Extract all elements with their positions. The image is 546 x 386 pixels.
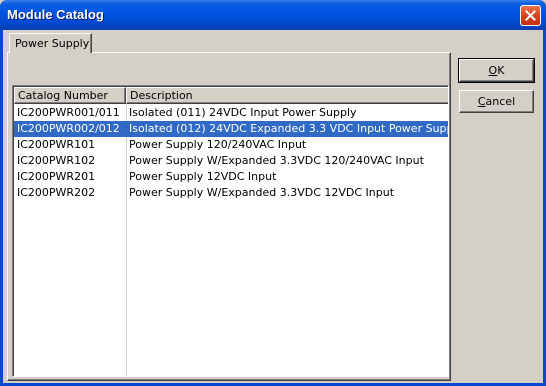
- title-bar[interactable]: Module Catalog: [0, 0, 546, 30]
- cancel-mnemonic: C: [477, 95, 486, 108]
- description-cell: Isolated (012) 24VDC Expanded 3.3 VDC In…: [129, 122, 449, 135]
- column-header-catalog-number[interactable]: Catalog Number: [14, 87, 126, 104]
- window-title: Module Catalog: [7, 7, 104, 22]
- module-catalog-window: Module Catalog Power Supply Catalog Numb…: [0, 0, 546, 386]
- close-button[interactable]: [520, 5, 541, 26]
- list-header: Catalog Number Description: [14, 87, 448, 104]
- list-item[interactable]: IC200PWR202 Power Supply W/Expanded 3.3V…: [14, 185, 448, 201]
- description-cell: Isolated (011) 24VDC Input Power Supply: [129, 106, 357, 119]
- list-item[interactable]: IC200PWR102 Power Supply W/Expanded 3.3V…: [14, 153, 448, 169]
- cancel-label-rest: ancel: [485, 95, 516, 108]
- catalog-number-cell: IC200PWR101: [17, 138, 96, 151]
- ok-mnemonic: O: [488, 64, 498, 77]
- column-header-description[interactable]: Description: [126, 87, 448, 104]
- list-item[interactable]: IC200PWR001/011 Isolated (011) 24VDC Inp…: [14, 105, 448, 121]
- dialog-body: Power Supply Catalog Number Description …: [3, 30, 543, 383]
- tab-panel: Catalog Number Description IC200PWR001/0…: [7, 52, 451, 381]
- catalog-number-cell: IC200PWR102: [17, 154, 96, 167]
- cancel-button[interactable]: Cancel: [459, 90, 534, 113]
- list-item[interactable]: IC200PWR101 Power Supply 120/240VAC Inpu…: [14, 137, 448, 153]
- catalog-number-cell: IC200PWR202: [17, 186, 96, 199]
- list-item[interactable]: IC200PWR201 Power Supply 12VDC Input: [14, 169, 448, 185]
- catalog-list[interactable]: Catalog Number Description IC200PWR001/0…: [12, 85, 449, 377]
- tab-power-supply[interactable]: Power Supply: [9, 33, 92, 53]
- description-cell: Power Supply 12VDC Input: [129, 170, 277, 183]
- list-rows: IC200PWR001/011 Isolated (011) 24VDC Inp…: [14, 105, 449, 201]
- close-icon: [525, 10, 536, 21]
- description-cell: Power Supply W/Expanded 3.3VDC 120/240VA…: [129, 154, 424, 167]
- ok-label-rest: K: [497, 64, 505, 77]
- catalog-number-cell: IC200PWR201: [17, 170, 96, 183]
- ok-button[interactable]: OK: [458, 58, 535, 83]
- description-cell: Power Supply W/Expanded 3.3VDC 12VDC Inp…: [129, 186, 395, 199]
- description-cell: Power Supply 120/240VAC Input: [129, 138, 307, 151]
- catalog-number-cell: IC200PWR001/011: [17, 106, 120, 119]
- list-item-selected[interactable]: IC200PWR002/012 Isolated (012) 24VDC Exp…: [14, 121, 449, 137]
- catalog-number-cell: IC200PWR002/012: [17, 122, 120, 135]
